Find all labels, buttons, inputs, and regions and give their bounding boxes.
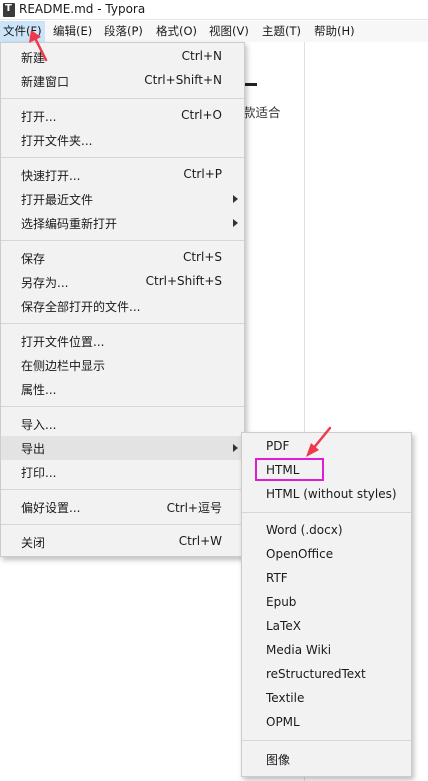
menu-item-label: Epub — [266, 595, 297, 609]
menu-item-label: 打开... — [21, 110, 57, 124]
menu-item-label: 选择编码重新打开 — [21, 217, 118, 231]
menu-item-label: 在侧边栏中显示 — [21, 359, 106, 373]
export-image[interactable]: 图像 — [242, 747, 411, 771]
menu-item-label: 导出 — [21, 442, 46, 456]
window-title: README.md - Typora — [19, 2, 146, 16]
export-html-without-styles[interactable]: HTML (without styles) — [242, 483, 411, 507]
menu-item-save[interactable]: 保存 Ctrl+S — [1, 246, 244, 270]
file-menu-arrow-icon — [29, 30, 48, 62]
menu-item-shortcut: Ctrl+W — [178, 534, 222, 548]
menu-bar: 文件(F) 编辑(E) 段落(P) 格式(O) 视图(V) 主题(T) 帮助(H… — [0, 21, 428, 42]
export-media-wiki[interactable]: Media Wiki — [242, 639, 411, 663]
menu-separator — [1, 489, 244, 490]
menu-item-shortcut: Ctrl+P — [183, 167, 222, 181]
menu-item-label: Media Wiki — [266, 643, 332, 657]
menu-item-shortcut: Ctrl+Shift+N — [144, 73, 222, 87]
menu-separator — [1, 157, 244, 158]
menu-item-shortcut: Ctrl+S — [182, 250, 222, 264]
menu-item-label: 保存 — [21, 252, 46, 266]
menu-item-label: LaTeX — [266, 619, 301, 633]
menu-item-open[interactable]: 打开... Ctrl+O — [1, 104, 244, 128]
export-epub[interactable]: Epub — [242, 591, 411, 615]
menu-item-close[interactable]: 关闭 Ctrl+W — [1, 530, 244, 554]
menu-item-label: 打开文件夹... — [21, 134, 93, 148]
menu-item-reveal-in-sidebar[interactable]: 在侧边栏中显示 — [1, 353, 244, 377]
export-submenu: PDF HTML HTML (without styles) Word (.do… — [241, 432, 412, 777]
menu-format[interactable]: 格式(O) — [153, 21, 200, 42]
export-word[interactable]: Word (.docx) — [242, 519, 411, 543]
menu-item-label: HTML (without styles) — [266, 487, 397, 501]
submenu-arrow-icon — [233, 195, 238, 203]
menu-item-label: 打开最近文件 — [21, 193, 94, 207]
heading-fragment — [243, 83, 257, 86]
menu-separator — [1, 524, 244, 525]
menu-item-label: OPML — [266, 715, 300, 729]
menu-item-print[interactable]: 打印... — [1, 460, 244, 484]
menu-item-label: OpenOffice — [266, 547, 334, 561]
menu-item-label: 打印... — [21, 466, 57, 480]
menu-item-label: Textile — [266, 691, 305, 705]
html-highlight-box — [255, 458, 324, 481]
menu-item-label: 保存全部打开的文件... — [21, 300, 141, 314]
menu-separator — [1, 406, 244, 407]
menu-separator — [1, 323, 244, 324]
editor-text-fragment: 款适合 — [243, 105, 281, 120]
menu-item-quick-open[interactable]: 快速打开... Ctrl+P — [1, 163, 244, 187]
menu-separator — [1, 98, 244, 99]
export-restructuredtext[interactable]: reStructuredText — [242, 663, 411, 687]
menu-item-label: 图像 — [266, 753, 291, 767]
export-opml[interactable]: OPML — [242, 711, 411, 735]
menu-view[interactable]: 视图(V) — [206, 21, 252, 42]
title-bar: T README.md - Typora — [0, 0, 428, 20]
menu-item-label: 新建窗口 — [21, 75, 70, 89]
menu-paragraph[interactable]: 段落(P) — [101, 21, 146, 42]
menu-item-open-folder[interactable]: 打开文件夹... — [1, 128, 244, 152]
menu-item-label: Word (.docx) — [266, 523, 343, 537]
menu-item-label: RTF — [266, 571, 288, 585]
html-export-arrow-icon — [306, 426, 332, 457]
menu-item-shortcut: Ctrl+Shift+S — [145, 274, 222, 288]
menu-separator — [242, 740, 411, 741]
menu-item-properties[interactable]: 属性... — [1, 377, 244, 401]
export-openoffice[interactable]: OpenOffice — [242, 543, 411, 567]
export-textile[interactable]: Textile — [242, 687, 411, 711]
file-menu: 新建 Ctrl+N 新建窗口 Ctrl+Shift+N 打开... Ctrl+O… — [0, 42, 245, 557]
menu-item-label: 属性... — [21, 383, 57, 397]
menu-item-label: 另存为... — [21, 276, 69, 290]
menu-item-shortcut: Ctrl+N — [181, 49, 222, 63]
menu-item-export[interactable]: 导出 — [1, 436, 244, 460]
menu-item-label: 打开文件位置... — [21, 335, 105, 349]
menu-item-import[interactable]: 导入... — [1, 412, 244, 436]
menu-item-open-recent[interactable]: 打开最近文件 — [1, 187, 244, 211]
submenu-arrow-icon — [233, 444, 238, 452]
menu-edit[interactable]: 编辑(E) — [50, 21, 95, 42]
menu-item-save-as[interactable]: 另存为... Ctrl+Shift+S — [1, 270, 244, 294]
export-latex[interactable]: LaTeX — [242, 615, 411, 639]
menu-item-label: PDF — [266, 439, 290, 453]
export-rtf[interactable]: RTF — [242, 567, 411, 591]
menu-item-reopen-with-encoding[interactable]: 选择编码重新打开 — [1, 211, 244, 235]
typora-app-icon: T — [3, 3, 15, 17]
menu-item-label: 关闭 — [21, 536, 46, 550]
menu-item-shortcut: Ctrl+O — [181, 108, 222, 122]
menu-separator — [1, 240, 244, 241]
menu-item-label: 导入... — [21, 418, 57, 432]
menu-item-new-window[interactable]: 新建窗口 Ctrl+Shift+N — [1, 69, 244, 93]
menu-theme[interactable]: 主题(T) — [259, 21, 304, 42]
menu-item-preferences[interactable]: 偏好设置... Ctrl+逗号 — [1, 495, 244, 519]
menu-item-label: reStructuredText — [266, 667, 366, 681]
menu-help[interactable]: 帮助(H) — [311, 21, 358, 42]
menu-item-shortcut: Ctrl+逗号 — [166, 501, 222, 515]
menu-separator — [242, 512, 411, 513]
menu-item-label: 快速打开... — [21, 169, 81, 183]
menu-item-save-all[interactable]: 保存全部打开的文件... — [1, 294, 244, 318]
submenu-arrow-icon — [233, 219, 238, 227]
menu-item-open-file-location[interactable]: 打开文件位置... — [1, 329, 244, 353]
menu-item-label: 偏好设置... — [21, 501, 81, 515]
